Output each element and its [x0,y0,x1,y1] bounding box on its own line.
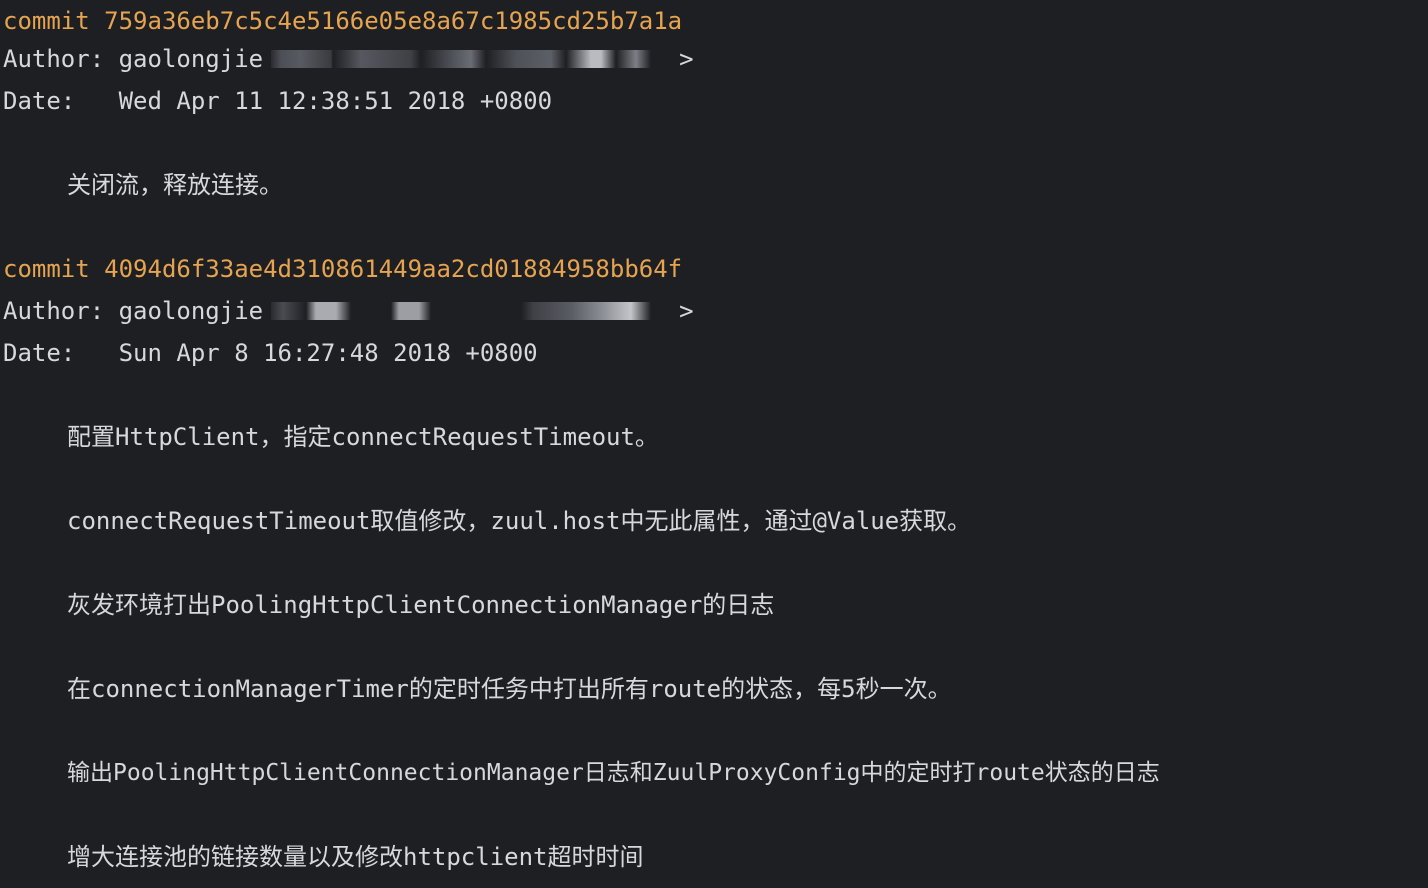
commit-message: 灰发环境打出PoolingHttpClientConnectionManager… [67,591,775,619]
commit-message: 增大连接池的链接数量以及修改httpclient超时时间 [67,843,644,871]
commit-hash-line: commit 4094d6f33ae4d310861449aa2cd018849… [3,255,683,283]
redacted-email [271,50,672,68]
author-close-bracket: > [679,45,694,73]
author-close-bracket: > [679,297,694,325]
author-line: Author: gaolongjie > [3,38,694,80]
commit-message: 关闭流，释放连接。 [67,171,283,199]
commit-message: 输出PoolingHttpClientConnectionManager日志和Z… [67,760,1160,786]
commit-message: 在connectionManagerTimer的定时任务中打出所有route的状… [67,675,952,703]
commit-message: connectRequestTimeout取值修改，zuul.host中无此属性… [67,507,972,535]
redacted-email [271,302,672,320]
commit-message: 配置HttpClient，指定connectRequestTimeout。 [67,423,659,451]
author-line: Author: gaolongjie > [3,290,694,332]
date-line: Date: Sun Apr 8 16:27:48 2018 +0800 [3,339,538,367]
commit-hash-line: commit 759a36eb7c5c4e5166e05e8a67c1985cd… [3,7,683,35]
author-label: Author: gaolongjie [3,45,264,73]
author-label: Author: gaolongjie [3,297,264,325]
date-line: Date: Wed Apr 11 12:38:51 2018 +0800 [3,87,553,115]
